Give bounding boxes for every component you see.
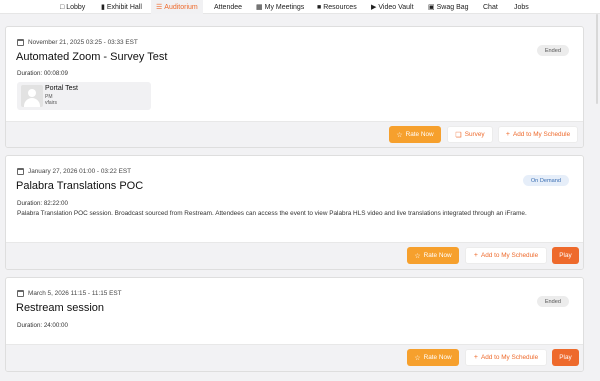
star-icon: ☆ [396,131,403,139]
card-footer: ☆ Rate Now ❏ Survey + Add to My Schedule [6,121,583,147]
add-to-schedule-button[interactable]: + Add to My Schedule [465,349,547,366]
nav-item-exhibit-hall[interactable]: ▮ Exhibit Hall [101,0,142,14]
play-label: Play [559,354,572,361]
top-nav: □ Lobby ▮ Exhibit Hall ☰ Auditorium Atte… [0,0,600,14]
session-card: January 27, 2026 01:00 - 03:22 EST Palab… [5,155,584,270]
rate-now-label: Rate Now [423,354,452,361]
session-date: March 5, 2026 11:15 - 11:15 EST [17,290,122,297]
session-date-text: March 5, 2026 11:15 - 11:15 EST [28,290,122,297]
nav-item-label: Video Vault [378,3,414,11]
star-icon: ☆ [414,354,421,362]
rate-now-button[interactable]: ☆ Rate Now [407,349,459,366]
lobby-icon: □ [60,3,65,11]
add-to-schedule-label: Add to My Schedule [480,354,539,361]
nav-item-video-vault[interactable]: ▶ Video Vault [371,0,414,14]
calendar-icon: ▦ [256,3,263,11]
add-to-schedule-button[interactable]: + Add to My Schedule [498,126,578,143]
status-badge: Ended [536,296,569,307]
auditorium-icon: ☰ [156,3,163,11]
nav-item-label: Auditorium [164,3,198,11]
nav-item-label: Chat [483,3,498,11]
session-duration: Duration: 00:08:09 [17,70,68,77]
nav-item-label: Resources [323,3,357,11]
nav-item-chat[interactable]: Chat [483,0,498,14]
session-card: March 5, 2026 11:15 - 11:15 EST Restream… [5,277,584,372]
session-date-text: January 27, 2026 01:00 - 03:22 EST [28,168,132,175]
nav-item-swag-bag[interactable]: ▣ Swag Bag [428,0,469,14]
rate-now-label: Rate Now [405,131,434,138]
rate-now-button[interactable]: ☆ Rate Now [407,247,459,264]
session-date: January 27, 2026 01:00 - 03:22 EST [17,168,131,175]
play-button[interactable]: Play [552,349,579,366]
rate-now-label: Rate Now [423,252,452,259]
session-title[interactable]: Automated Zoom - Survey Test [16,51,167,63]
nav-item-label: Attendee [214,3,243,11]
nav-item-resources[interactable]: ■ Resources [317,0,357,14]
nav-item-label: Swag Bag [436,3,469,11]
nav-item-label: Jobs [514,3,529,11]
speaker-name: Portal Test [45,85,78,92]
session-date: November 21, 2025 03:25 - 03:33 EST [17,39,138,46]
bag-icon: ▣ [428,3,435,11]
add-to-schedule-button[interactable]: + Add to My Schedule [465,247,547,264]
add-to-schedule-label: Add to My Schedule [480,252,539,259]
session-duration: Duration: 82:22:00 [17,200,68,207]
card-footer: ☆ Rate Now + Add to My Schedule Play [6,242,583,269]
nav-item-auditorium[interactable]: ☰ Auditorium [151,0,203,14]
plus-icon: + [473,252,478,259]
survey-icon: ❏ [455,131,462,139]
card-footer: ☆ Rate Now + Add to My Schedule Play [6,344,583,371]
nav-item-lobby[interactable]: □ Lobby [60,0,85,14]
plus-icon: + [473,354,478,361]
survey-label: Survey [464,131,485,138]
scrollbar-thumb[interactable] [596,14,598,104]
star-icon: ☆ [414,252,421,260]
rate-now-button[interactable]: ☆ Rate Now [389,126,441,143]
nav-item-label: My Meetings [264,3,305,11]
session-duration: Duration: 24:00:00 [17,322,68,329]
calendar-icon [17,290,24,297]
survey-button[interactable]: ❏ Survey [447,126,493,143]
play-button[interactable]: Play [552,247,579,264]
session-title[interactable]: Palabra Translations POC [16,180,143,192]
add-to-schedule-label: Add to My Schedule [512,131,571,138]
nav-item-attendee[interactable]: Attendee [214,0,242,14]
session-description: Palabra Translation POC session. Broadca… [17,210,527,217]
nav-item-jobs[interactable]: Jobs [514,0,529,14]
session-card: November 21, 2025 03:25 - 03:33 EST Auto… [5,26,584,148]
session-date-text: November 21, 2025 03:25 - 03:33 EST [28,39,138,46]
nav-item-my-meetings[interactable]: ▦ My Meetings [256,0,304,14]
status-badge: On Demand [522,175,569,186]
speaker-org: vfairs [45,100,57,106]
plus-icon: + [505,131,510,138]
nav-item-label: Lobby [66,3,86,11]
calendar-icon [17,39,24,46]
play-label: Play [559,252,572,259]
status-badge: Ended [536,45,569,56]
nav-item-label: Exhibit Hall [106,3,142,11]
resources-icon: ■ [317,3,322,11]
exhibit-hall-icon: ▮ [101,3,105,11]
video-icon: ▶ [371,3,377,11]
speaker-card[interactable]: Portal Test PM vfairs [17,82,151,110]
calendar-icon [17,168,24,175]
avatar [21,85,43,107]
session-title[interactable]: Restream session [16,302,104,314]
